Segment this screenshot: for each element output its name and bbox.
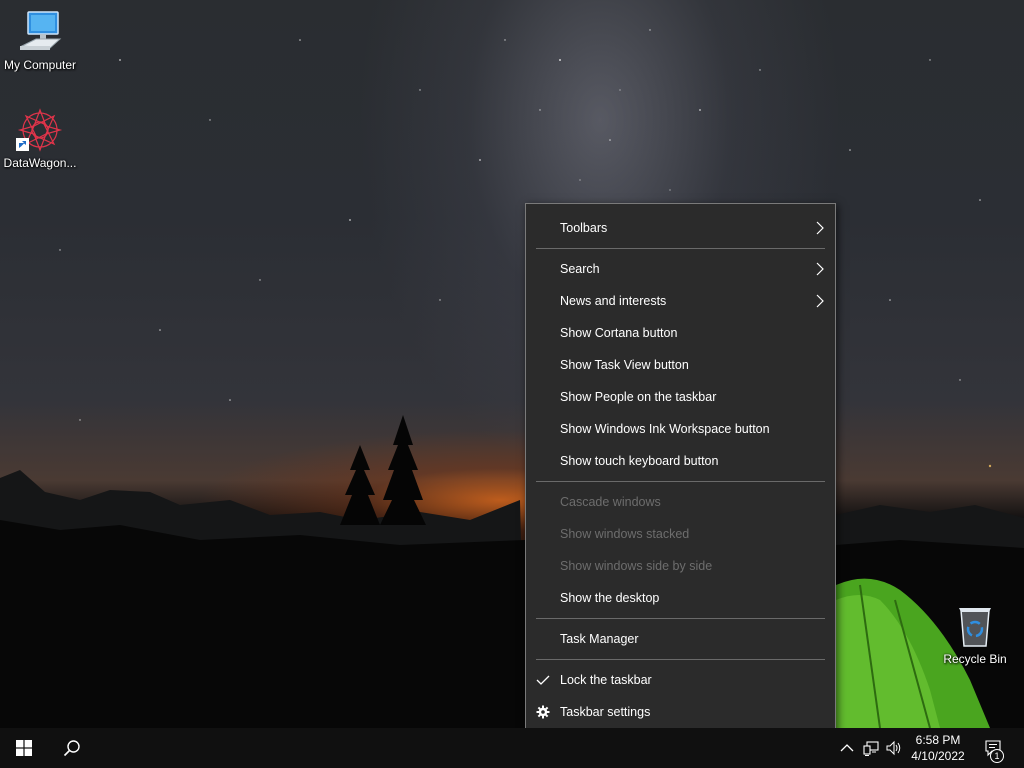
menu-item-show-windows-side-by-side: Show windows side by side	[560, 559, 713, 573]
menu-item-lock-the-taskbar[interactable]: Lock the taskbar	[526, 664, 835, 696]
chevron-right-icon	[816, 221, 824, 235]
menu-item-show-the-desktop[interactable]: Show the desktop	[526, 582, 835, 614]
desktop-icon-label: DataWagon...	[3, 156, 77, 170]
desktop-icon-recycle-bin[interactable]: Recycle Bin	[935, 602, 1015, 666]
menu-item-show-cortana-button[interactable]: Show Cortana button	[526, 317, 835, 349]
recycle-bin-icon	[951, 602, 999, 650]
menu-item-show-windows-ink[interactable]: Show Windows Ink Workspace button	[526, 413, 835, 445]
menu-item-show-task-view-button[interactable]: Show Task View button	[526, 349, 835, 381]
start-button[interactable]	[0, 728, 48, 768]
menu-item-taskbar-settings[interactable]: Taskbar settings	[526, 696, 835, 728]
menu-item-task-manager[interactable]: Task Manager	[526, 623, 835, 655]
windows-logo-icon	[16, 740, 32, 756]
desktop-wallpaper	[0, 0, 1024, 728]
clock-date: 4/10/2022	[911, 749, 965, 763]
taskbar-context-menu: Toolbars Search News and interests Show …	[525, 203, 836, 735]
menu-separator	[536, 659, 825, 660]
menu-item-toolbars[interactable]: Toolbars	[526, 212, 835, 244]
desktop-icon-my-computer[interactable]: My Computer	[0, 8, 80, 72]
menu-item-news-and-interests[interactable]: News and interests	[526, 285, 835, 317]
menu-item-cascade-windows: Cascade windows	[560, 495, 661, 509]
chevron-right-icon	[816, 262, 824, 276]
computer-icon	[16, 8, 64, 56]
search-button[interactable]	[48, 728, 96, 768]
notification-count-badge: 1	[990, 749, 1004, 763]
menu-separator	[536, 618, 825, 619]
desktop-icon-label: Recycle Bin	[943, 652, 1007, 666]
menu-item-show-people[interactable]: Show People on the taskbar	[526, 381, 835, 413]
clock-time: 6:58 PM	[915, 733, 961, 747]
volume-icon[interactable]	[886, 740, 902, 756]
system-clock[interactable]: 6:58 PM 4/10/2022	[906, 732, 970, 764]
menu-item-show-windows-stacked: Show windows stacked	[560, 527, 690, 541]
taskbar[interactable]: 6:58 PM 4/10/2022 1	[0, 728, 1024, 768]
desktop-icon-datawagon[interactable]: DataWagon...	[0, 106, 80, 170]
wallpaper-scenery	[0, 29, 1024, 728]
gear-icon	[536, 705, 550, 719]
menu-item-show-touch-keyboard[interactable]: Show touch keyboard button	[526, 445, 835, 477]
chevron-right-icon	[816, 294, 824, 308]
datawagon-app-icon	[16, 106, 64, 154]
menu-separator	[536, 248, 825, 249]
chevron-up-icon[interactable]	[839, 740, 855, 756]
desktop-icon-label: My Computer	[3, 58, 77, 72]
menu-item-search[interactable]: Search	[526, 253, 835, 285]
search-icon	[63, 740, 80, 757]
menu-separator	[536, 481, 825, 482]
checkmark-icon	[536, 675, 550, 685]
network-icon[interactable]	[863, 740, 879, 756]
